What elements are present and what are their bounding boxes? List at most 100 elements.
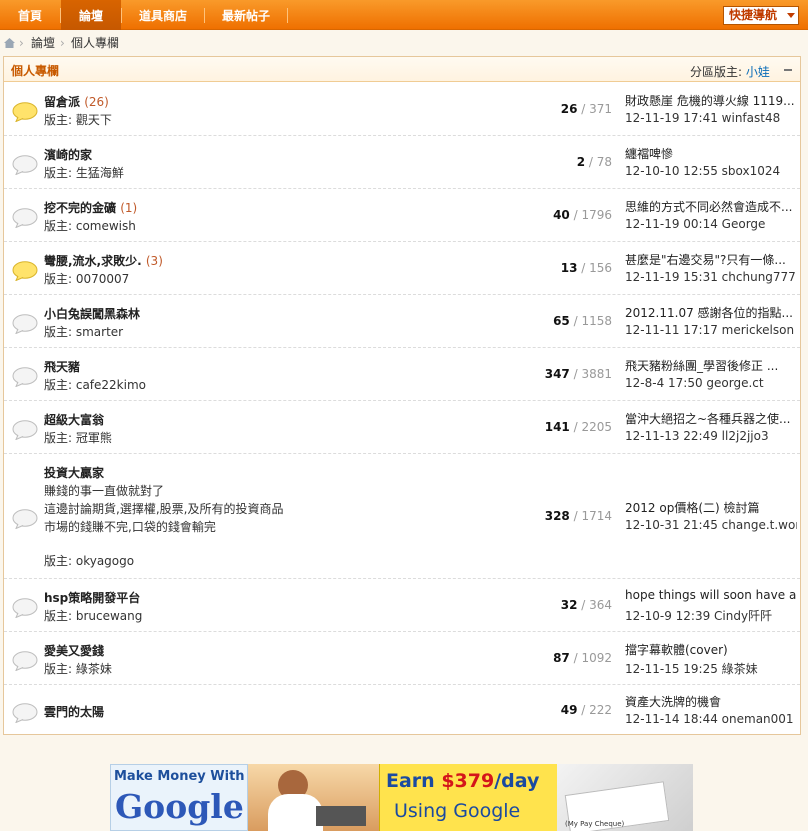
thread-count: 65 bbox=[553, 314, 570, 328]
section-moderator-link[interactable]: 小娃 bbox=[746, 65, 770, 79]
ad-earn-amount: $379 bbox=[441, 770, 495, 792]
forum-name-link[interactable]: 投資大贏家 bbox=[44, 464, 104, 481]
forum-name-link[interactable]: 留倉派 (26) bbox=[44, 93, 109, 110]
last-post-title-link[interactable]: 當沖大絕招之~各種兵器之使... bbox=[625, 410, 797, 427]
nav-item-shop[interactable]: 道具商店 bbox=[122, 0, 204, 30]
forum-name: 雲門的太陽 bbox=[44, 705, 105, 719]
forum-row: 投資大贏家 賺錢的事一直做就對了 這邊討論期貨,選擇權,股票,及所有的投資商品 市場的… bbox=[4, 454, 800, 579]
cheque-caption: (My Pay Cheque) bbox=[565, 820, 625, 828]
ad-cheque-image: (My Pay Cheque) bbox=[557, 764, 693, 831]
last-post-title-link[interactable]: 纏襠啤慘 bbox=[625, 145, 797, 162]
last-post-title-link[interactable]: hope things will soon have a... bbox=[625, 588, 797, 602]
no-new-posts-bubble-icon bbox=[12, 598, 38, 618]
ad-earn-text: Earn $379/day bbox=[386, 770, 539, 792]
last-post-meta[interactable]: 12-10-31 21:45 change.t.work bbox=[625, 518, 797, 532]
no-new-posts-bubble-icon bbox=[12, 509, 38, 529]
post-count: 371 bbox=[589, 102, 612, 116]
last-post-meta[interactable]: 12-11-19 00:14 George bbox=[625, 217, 797, 231]
forum-name: 超級大富翁 bbox=[44, 413, 105, 427]
forum-moderator[interactable]: 版主: brucewang bbox=[44, 607, 142, 624]
last-post-meta[interactable]: 12-10-9 12:39 Cindy阡阡 bbox=[625, 607, 797, 624]
forum-moderator[interactable]: 版主: 綠茶妹 bbox=[44, 660, 112, 677]
last-post-meta[interactable]: 12-8-4 17:50 george.ct bbox=[625, 376, 797, 390]
home-icon[interactable] bbox=[4, 38, 15, 48]
last-post-title-link[interactable]: 飛天豬粉絲團_學習後修正 ... bbox=[625, 357, 797, 374]
thread-count: 347 bbox=[544, 367, 570, 381]
forum-moderator[interactable]: 版主: 冠軍熊 bbox=[44, 429, 112, 446]
thread-post-counts: 65 / 1158 bbox=[553, 314, 612, 328]
forum-name-link[interactable]: 超級大富翁 bbox=[44, 411, 104, 428]
forum-name-link[interactable]: 挖不完的金礦 (1) bbox=[44, 199, 137, 216]
thread-count: 32 bbox=[560, 598, 578, 612]
forum-row: 彎腰,流水,求敗少. (3) 版主: 0070007 13 / 156 甚麼是"右邊交… bbox=[4, 242, 800, 295]
last-post-meta[interactable]: 12-11-14 18:44 oneman001 bbox=[625, 712, 797, 726]
last-post-title-link[interactable]: 思維的方式不同必然會造成不... bbox=[625, 198, 797, 215]
ad-panel-google: Make Money With Google bbox=[110, 764, 248, 831]
forum-moderator[interactable]: 版主: 觀天下 bbox=[44, 111, 112, 128]
panel-title: 個人專欄 bbox=[11, 64, 60, 78]
post-count: 222 bbox=[589, 703, 612, 717]
breadcrumb-forum-link[interactable]: 論壇 bbox=[31, 35, 55, 51]
forum-name-link[interactable]: 濱崎的家 bbox=[44, 146, 92, 163]
last-post-title-link[interactable]: 財政懸崖 危機的導火線 1119... bbox=[625, 92, 797, 109]
forum-row: 濱崎的家 版主: 生猛海鮮 2 / 78 纏襠啤慘 12-10-10 12:55 sbo… bbox=[4, 136, 800, 189]
nav-item-forum[interactable]: 論壇 bbox=[61, 0, 121, 30]
thread-post-counts: 26 / 371 bbox=[561, 102, 612, 116]
forum-description: 賺錢的事一直做就對了 bbox=[44, 484, 165, 498]
forum-name-link[interactable]: 飛天豬 bbox=[44, 358, 80, 375]
section-moderator-label: 分區版主: bbox=[690, 65, 743, 79]
last-post-title-link[interactable]: 甚麼是"右邊交易"?只有一條... bbox=[625, 251, 797, 268]
forum-panel: 個人專欄 分區版主: 小娃 留倉派 (26) 版主: 觀天下 26 / 371 財政懸… bbox=[3, 56, 801, 735]
forum-name-link[interactable]: 小白兔誤闖黑森林 bbox=[44, 305, 140, 322]
post-count: 1158 bbox=[581, 314, 612, 328]
last-post-meta[interactable]: 12-11-11 17:17 merickelson bbox=[625, 323, 797, 337]
last-post-meta[interactable]: 12-10-10 12:55 sbox1024 bbox=[625, 164, 797, 178]
forum-name-link[interactable]: 雲門的太陽 bbox=[44, 703, 104, 720]
quick-nav-button[interactable]: 快捷導航 bbox=[723, 6, 799, 25]
ad-text: Make Money With bbox=[114, 769, 245, 784]
last-post-title-link[interactable]: 2012.11.07 感謝各位的指點... bbox=[625, 304, 797, 321]
count-separator: / bbox=[569, 314, 582, 328]
forum-name: 濱崎的家 bbox=[44, 148, 93, 162]
last-post-meta[interactable]: 12-11-15 19:25 綠茶妹 bbox=[625, 660, 797, 677]
forum-name-link[interactable]: hsp策略開發平台 bbox=[44, 589, 140, 606]
last-post-title-link[interactable]: 資產大洗牌的機會 bbox=[625, 693, 797, 710]
thread-post-counts: 40 / 1796 bbox=[553, 208, 612, 222]
forum-name-link[interactable]: 彎腰,流水,求敗少. (3) bbox=[44, 252, 163, 269]
thread-post-counts: 49 / 222 bbox=[561, 703, 612, 717]
last-post-meta[interactable]: 12-11-13 22:49 ll2j2jjo3 bbox=[625, 429, 797, 443]
thread-count: 2 bbox=[576, 155, 586, 169]
ad-earn-suffix: /day bbox=[494, 770, 540, 792]
count-separator: / bbox=[577, 703, 590, 717]
post-count: 364 bbox=[589, 598, 612, 612]
today-count: (1) bbox=[120, 201, 138, 215]
forum-moderator[interactable]: 版主: okyagogo bbox=[44, 552, 134, 569]
no-new-posts-bubble-icon bbox=[12, 367, 38, 387]
nav-item-home[interactable]: 首頁 bbox=[0, 0, 60, 30]
last-post-title-link[interactable]: 擋字幕軟體(cover) bbox=[625, 641, 797, 658]
new-posts-bubble-icon bbox=[12, 261, 38, 281]
post-count: 3881 bbox=[581, 367, 612, 381]
no-new-posts-bubble-icon bbox=[12, 703, 38, 723]
last-post-meta[interactable]: 12-11-19 17:41 winfast48 bbox=[625, 111, 797, 125]
no-new-posts-bubble-icon bbox=[12, 651, 38, 671]
forum-moderator[interactable]: 版主: cafe22kimo bbox=[44, 376, 146, 393]
collapse-icon[interactable] bbox=[784, 69, 792, 71]
forum-moderator[interactable]: 版主: 0070007 bbox=[44, 270, 129, 287]
post-count: 1092 bbox=[581, 651, 612, 665]
last-post-meta[interactable]: 12-11-19 15:31 chchung777 bbox=[625, 270, 797, 284]
last-post-title-link[interactable]: 2012 op價格(二) 檢討篇 bbox=[625, 499, 797, 516]
forum-name: 留倉派 bbox=[44, 95, 81, 109]
google-logo: Google bbox=[115, 787, 244, 826]
forum-moderator[interactable]: 版主: smarter bbox=[44, 323, 123, 340]
today-count: (3) bbox=[145, 254, 163, 268]
thread-count: 141 bbox=[544, 420, 570, 434]
today-count: (26) bbox=[84, 95, 109, 109]
forum-moderator[interactable]: 版主: comewish bbox=[44, 217, 136, 234]
ad-banner[interactable]: Make Money With Google Earn $379/day Usi… bbox=[110, 764, 693, 831]
forum-moderator[interactable]: 版主: 生猛海鮮 bbox=[44, 164, 124, 181]
forum-name-link[interactable]: 愛美又愛錢 bbox=[44, 642, 104, 659]
post-count: 1796 bbox=[581, 208, 612, 222]
nav-item-latest[interactable]: 最新帖子 bbox=[205, 0, 287, 30]
count-separator: / bbox=[569, 420, 582, 434]
